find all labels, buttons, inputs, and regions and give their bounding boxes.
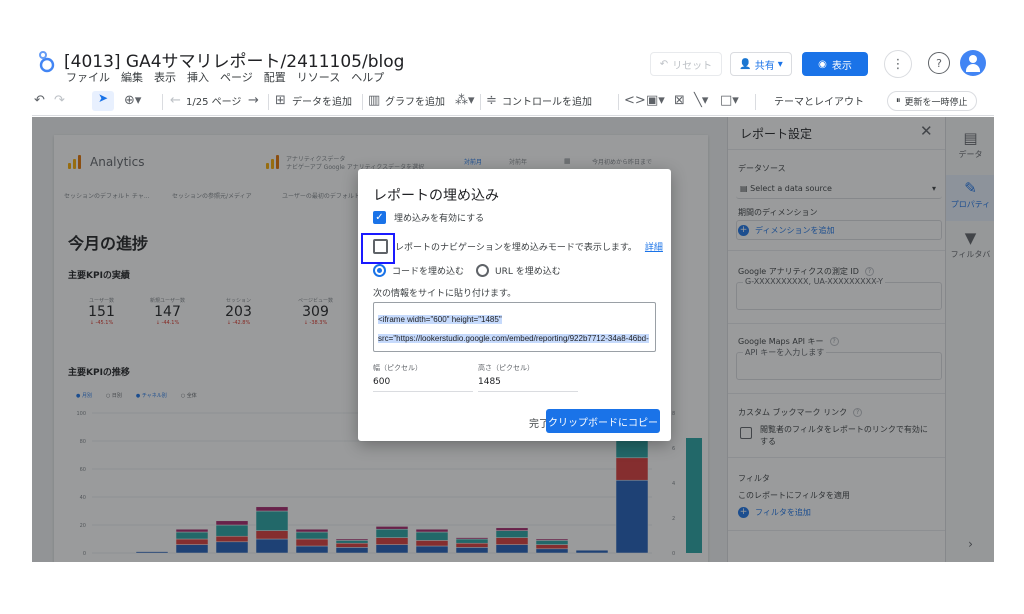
copy-to-clipboard-button[interactable]: クリップボードにコピー — [546, 409, 660, 433]
looker-studio-logo-icon — [39, 51, 55, 73]
menu-edit[interactable]: 編集 — [121, 69, 143, 85]
menu-arrange[interactable]: 配置 — [264, 69, 286, 85]
width-label: 幅（ピクセル） — [373, 364, 422, 372]
share-button[interactable]: 👤 共有 ▾ — [730, 52, 792, 76]
zoom-icon[interactable]: ⊕▾ — [124, 93, 141, 108]
add-data-button[interactable]: データを追加 — [292, 93, 352, 108]
reset-button[interactable]: ↶ リセット — [650, 52, 722, 76]
divider — [755, 94, 756, 110]
redo-icon[interactable]: ↷ — [54, 93, 65, 108]
app-window: [4013] GA4サマリレポート/2411105/blog ファイル 編集 表… — [32, 44, 994, 562]
menu-page[interactable]: ページ — [220, 69, 253, 85]
paste-instruction: 次の情報をサイトに貼り付けます。 — [373, 289, 517, 299]
editor-toolbar: ↶ ↷ ➤ ⊕▾ ← 1/25 ページ → ⊞ データを追加 ▥ グラフを追加 … — [32, 88, 994, 116]
text-icon[interactable]: ⊠ — [674, 93, 685, 108]
help-icon[interactable]: ? — [928, 52, 950, 74]
undo-icon[interactable]: ↶ — [34, 93, 45, 108]
image-icon[interactable]: ▣▾ — [646, 93, 665, 108]
add-control-icon[interactable]: ≑ — [486, 93, 497, 108]
undo-icon: ↶ — [659, 58, 669, 70]
details-link[interactable]: 詳細 — [645, 240, 663, 253]
height-input[interactable]: 1485 — [478, 377, 578, 392]
prev-page-icon[interactable]: ← — [170, 93, 181, 108]
community-viz-icon[interactable]: ⁂▾ — [455, 93, 475, 108]
add-chart-icon[interactable]: ▥ — [368, 93, 380, 108]
view-button[interactable]: ◉ 表示 — [802, 52, 868, 76]
embed-code-textarea[interactable]: <iframe width="600" height="1485" src="h… — [373, 302, 656, 352]
embed-url-radio[interactable] — [476, 264, 490, 277]
menu-view[interactable]: 表示 — [154, 69, 176, 85]
eye-icon: ◉ — [818, 58, 827, 70]
avatar[interactable] — [960, 50, 986, 76]
theme-layout-button[interactable]: テーマとレイアウト — [774, 93, 864, 108]
add-chart-button[interactable]: グラフを追加 — [385, 93, 445, 108]
menu-file[interactable]: ファイル — [66, 69, 110, 85]
add-control-button[interactable]: コントロールを追加 — [502, 93, 592, 108]
pointer-icon[interactable]: ➤ — [92, 91, 114, 111]
add-data-icon[interactable]: ⊞ — [275, 93, 286, 108]
enable-embed-checkbox[interactable]: ✓ — [373, 211, 386, 224]
show-nav-checkbox[interactable] — [373, 239, 388, 254]
shape-icon[interactable]: □▾ — [720, 93, 739, 108]
pause-icon: ⏸ — [896, 96, 901, 106]
height-label: 高さ（ピクセル） — [478, 364, 534, 372]
chevron-down-icon: ▾ — [777, 58, 783, 70]
menu-insert[interactable]: 挿入 — [187, 69, 209, 85]
embed-report-dialog: レポートの埋め込み ✓ 埋め込みを有効にする レポートのナビゲーションを埋め込み… — [358, 169, 671, 441]
divider — [618, 94, 619, 110]
enable-embed-row[interactable]: ✓ 埋め込みを有効にする — [373, 211, 484, 224]
menu-resource[interactable]: リソース — [297, 69, 340, 85]
title-bar: [4013] GA4サマリレポート/2411105/blog ファイル 編集 表… — [32, 44, 994, 88]
show-nav-row: レポートのナビゲーションを埋め込みモードで表示します。 詳細 — [373, 239, 663, 254]
page-nav: 1/25 ページ — [186, 97, 242, 108]
menu-bar: ファイル 編集 表示 挿入 ページ 配置 リソース ヘルプ — [66, 69, 384, 85]
embed-code-radio[interactable] — [373, 264, 386, 277]
divider — [268, 94, 269, 110]
embed-type-row: コードを埋め込む URL を埋め込む — [373, 264, 561, 277]
next-page-icon[interactable]: → — [248, 93, 259, 108]
menu-help[interactable]: ヘルプ — [351, 69, 384, 85]
add-person-icon: 👤 — [739, 58, 752, 70]
divider — [162, 94, 163, 110]
more-options-button[interactable]: ⋮ — [884, 50, 912, 78]
line-icon[interactable]: ╲▾ — [694, 93, 708, 108]
divider — [362, 94, 363, 110]
width-input[interactable]: 600 — [373, 377, 473, 392]
divider — [480, 94, 481, 110]
code-icon[interactable]: <> — [624, 93, 646, 108]
pause-updates-button[interactable]: ⏸ 更新を一時停止 — [887, 91, 977, 111]
dialog-title: レポートの埋め込み — [373, 188, 499, 204]
